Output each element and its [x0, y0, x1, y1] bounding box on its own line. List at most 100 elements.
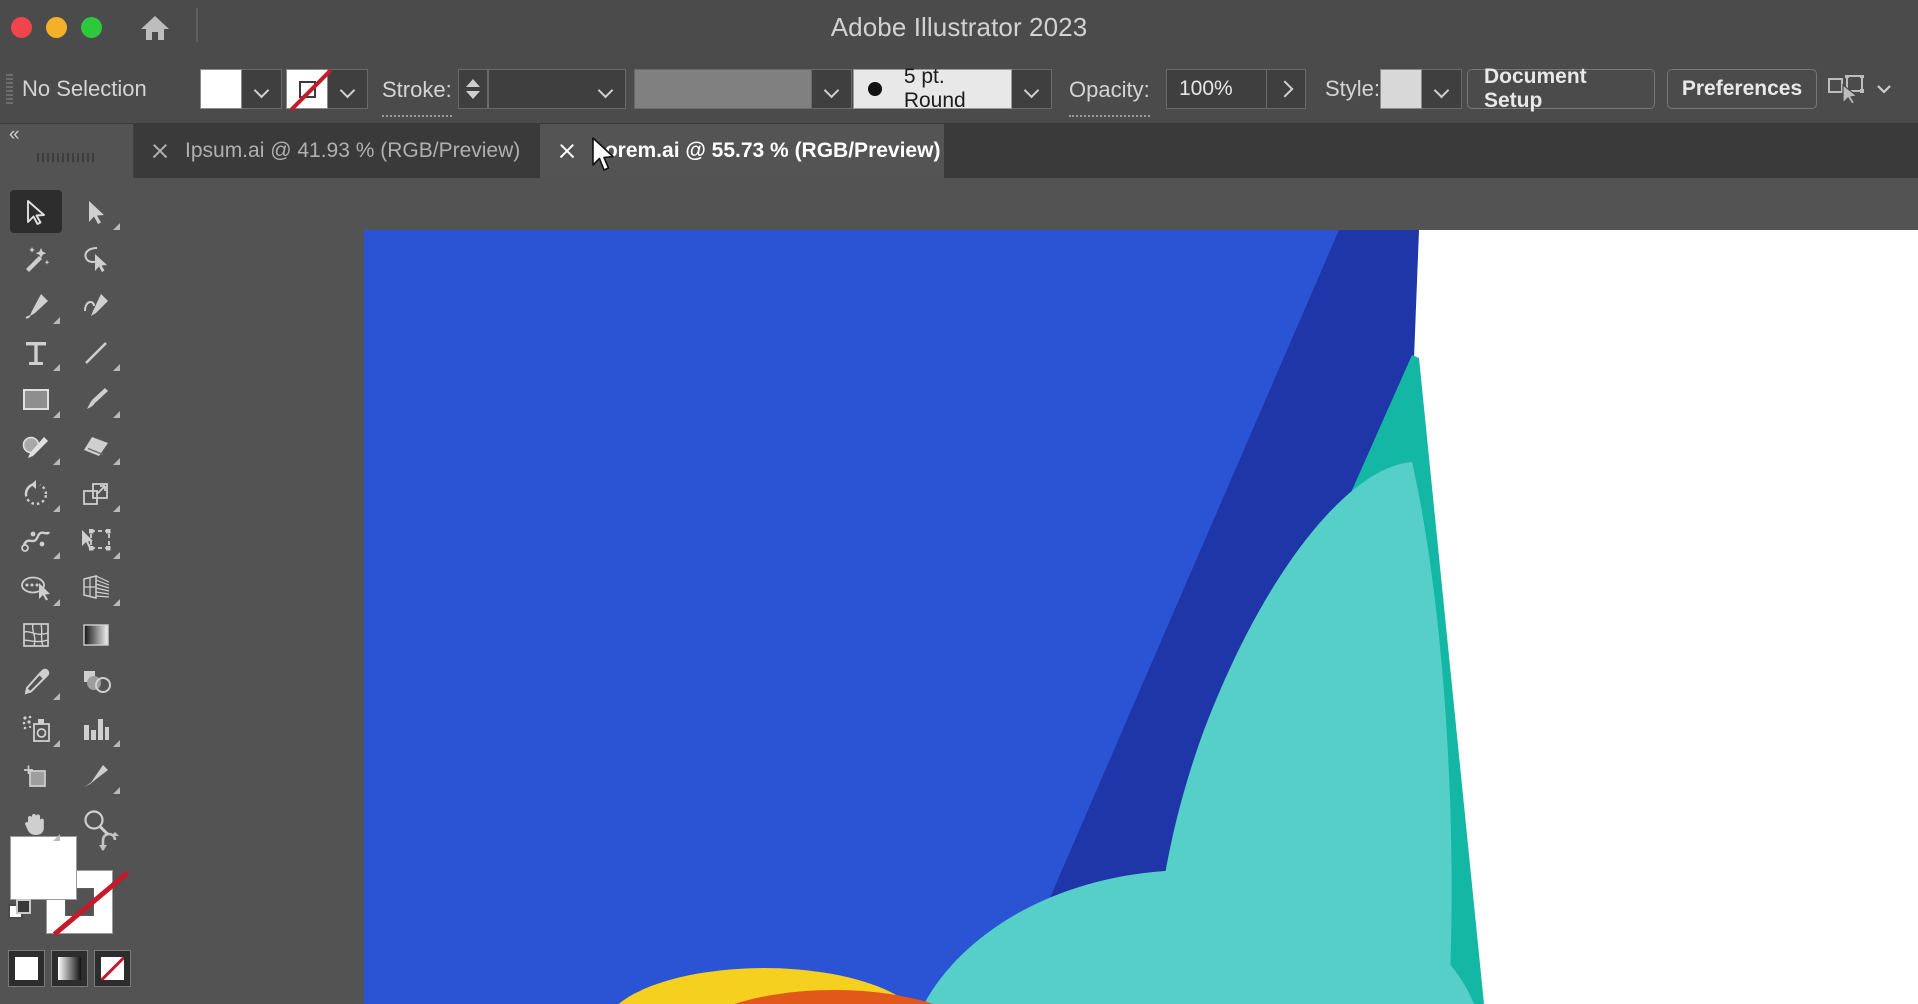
direct-selection-tool[interactable]: [66, 188, 126, 235]
select-similar-dropdown[interactable]: [1876, 81, 1892, 97]
slice-tool[interactable]: [66, 752, 126, 799]
curvature-tool[interactable]: [66, 282, 126, 329]
close-icon[interactable]: [558, 142, 576, 160]
rotate-tool[interactable]: [6, 470, 66, 517]
width-tool[interactable]: [6, 517, 66, 564]
opacity-options-button[interactable]: [1266, 69, 1306, 109]
preferences-button[interactable]: Preferences: [1667, 69, 1817, 109]
document-tab-lorem[interactable]: Lorem.ai @ 55.73 % (RGB/Preview): [540, 124, 944, 178]
tool-flyout-indicator: [53, 317, 60, 324]
tool-flyout-indicator: [53, 552, 60, 559]
opacity-label: Opacity:: [1069, 65, 1150, 117]
fill-stroke-mode-buttons: [8, 950, 131, 987]
document-tab-label: Lorem.ai @ 55.73 % (RGB/Preview): [592, 139, 941, 162]
graphic-style-dropdown[interactable]: [1422, 69, 1462, 109]
tools-grid: [6, 188, 126, 846]
tool-flyout-indicator: [53, 834, 60, 841]
column-graph-tool[interactable]: [66, 705, 126, 752]
control-bar: No Selection Stroke: 5 pt. Round Opacity…: [0, 55, 1918, 124]
chevron-down-icon: [255, 85, 268, 93]
shape-builder-tool[interactable]: [6, 564, 66, 611]
perspective-grid-tool[interactable]: [66, 564, 126, 611]
tool-flyout-indicator: [53, 364, 60, 371]
chevron-down-icon: [599, 85, 612, 93]
chevron-down-icon: [1025, 85, 1038, 93]
stroke-weight-input[interactable]: [488, 69, 602, 109]
tool-flyout-indicator: [113, 458, 120, 465]
tool-flyout-indicator: [113, 552, 120, 559]
stroke-swatch[interactable]: [286, 69, 328, 109]
stepper-up-icon[interactable]: [466, 79, 480, 87]
none-mode-button[interactable]: [94, 950, 131, 987]
document-tab-label: Ipsum.ai @ 41.93 % (RGB/Preview): [185, 139, 521, 162]
eraser-tool[interactable]: [66, 423, 126, 470]
select-similar-objects-icon[interactable]: [1828, 74, 1866, 105]
tool-flyout-indicator: [113, 505, 120, 512]
chevron-down-icon: [1435, 85, 1448, 93]
control-bar-grip[interactable]: [6, 74, 13, 104]
variable-width-profile-dropdown[interactable]: [812, 69, 852, 109]
collapse-panel-button[interactable]: «: [5, 124, 49, 146]
illustrator-window: Adobe Illustrator 2023 No Selection Stro…: [0, 0, 1918, 1004]
stroke-weight-dropdown[interactable]: [586, 69, 626, 109]
tool-flyout-indicator: [53, 693, 60, 700]
artwork: [364, 230, 1484, 1004]
stepper-down-icon[interactable]: [466, 91, 480, 99]
blend-tool[interactable]: [66, 658, 126, 705]
type-tool[interactable]: [6, 329, 66, 376]
symbol-sprayer-tool[interactable]: [6, 705, 66, 752]
color-mode-button[interactable]: [8, 950, 45, 987]
canvas-area[interactable]: [133, 178, 1918, 1004]
graphic-style-swatch[interactable]: [1380, 69, 1422, 109]
scale-tool[interactable]: [66, 470, 126, 517]
fill-swatch-dropdown[interactable]: [242, 69, 282, 109]
mesh-tool[interactable]: [6, 611, 66, 658]
shaper-tool[interactable]: [6, 423, 66, 470]
tool-flyout-indicator: [53, 411, 60, 418]
close-icon[interactable]: [151, 142, 169, 160]
eyedropper-tool[interactable]: [6, 658, 66, 705]
artboard[interactable]: [364, 230, 1918, 1004]
artboard-tool[interactable]: [6, 752, 66, 799]
tool-flyout-indicator: [113, 787, 120, 794]
stroke-label: Stroke:: [382, 65, 452, 117]
magic-wand-tool[interactable]: [6, 235, 66, 282]
rectangle-tool[interactable]: [6, 376, 66, 423]
selection-status: No Selection: [22, 76, 147, 101]
gradient-mode-button[interactable]: [51, 950, 88, 987]
tool-flyout-indicator: [113, 364, 120, 371]
selection-tool[interactable]: [6, 188, 66, 235]
tool-flyout-indicator: [113, 411, 120, 418]
tool-flyout-indicator: [113, 599, 120, 606]
line-segment-tool[interactable]: [66, 329, 126, 376]
brush-definition-field[interactable]: 5 pt. Round: [853, 65, 1012, 112]
none-mode-icon: [101, 957, 124, 980]
window-title: Adobe Illustrator 2023: [830, 12, 1088, 42]
lasso-tool[interactable]: [66, 235, 126, 282]
fill-stroke-indicator: [8, 830, 130, 936]
document-tab-ipsum[interactable]: Ipsum.ai @ 41.93 % (RGB/Preview): [133, 124, 540, 178]
fill-swatch-group: [200, 69, 282, 109]
paintbrush-tool[interactable]: [66, 376, 126, 423]
fill-swatch[interactable]: [200, 69, 242, 109]
color-mode-icon: [15, 957, 38, 980]
free-transform-tool[interactable]: [66, 517, 126, 564]
document-tab-bar: Ipsum.ai @ 41.93 % (RGB/Preview) Lorem.a…: [133, 124, 1918, 178]
gradient-mode-icon: [58, 957, 81, 980]
tool-flyout-indicator: [53, 599, 60, 606]
default-fill-stroke-icon[interactable]: [8, 898, 34, 924]
variable-width-profile-input[interactable]: [634, 69, 812, 109]
gradient-tool[interactable]: [66, 611, 126, 658]
stroke-weight-stepper[interactable]: [458, 69, 488, 109]
fill-color-proxy[interactable]: [10, 836, 77, 900]
pen-tool[interactable]: [6, 282, 66, 329]
brush-definition-dropdown[interactable]: [1012, 69, 1052, 109]
tool-flyout-indicator: [113, 223, 120, 230]
tool-flyout-indicator: [53, 458, 60, 465]
document-setup-button[interactable]: Document Setup: [1467, 65, 1655, 112]
tools-panel-grip[interactable]: [37, 153, 97, 162]
chevron-right-icon: [1276, 80, 1293, 98]
stroke-swatch-dropdown[interactable]: [328, 69, 368, 109]
tool-flyout-indicator: [53, 740, 60, 747]
chevron-down-icon: [341, 85, 354, 93]
